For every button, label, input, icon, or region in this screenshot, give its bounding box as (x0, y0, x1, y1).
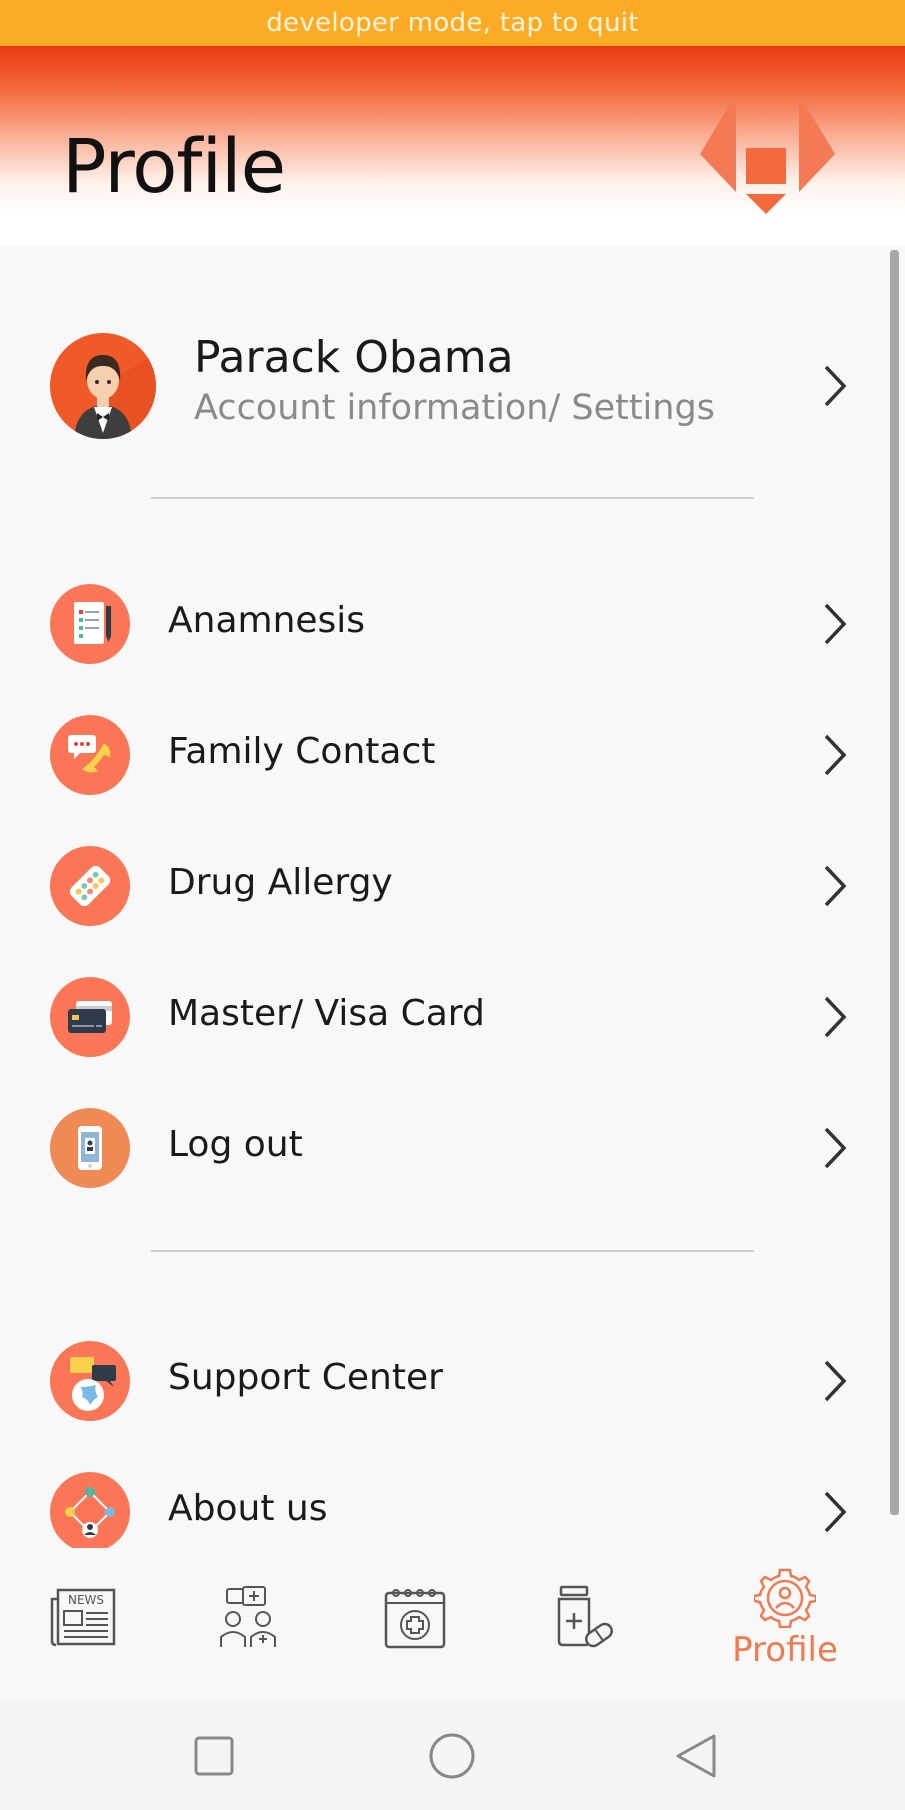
chevron-right-icon (824, 365, 847, 407)
chevron-right-icon (824, 1491, 847, 1533)
menu-item-label: Support Center (168, 1357, 443, 1398)
medical-record-icon (50, 584, 130, 664)
recent-apps-icon[interactable] (184, 1726, 244, 1786)
system-navigation-bar (0, 1700, 905, 1810)
chevron-right-icon (824, 1360, 847, 1402)
home-icon[interactable] (422, 1726, 482, 1786)
menu-item-logout[interactable]: Log out (0, 1098, 880, 1198)
nav-news[interactable]: NEWS (38, 1548, 128, 1688)
menu-item-support-center[interactable]: Support Center (0, 1331, 880, 1431)
menu-item-label: Drug Allergy (168, 862, 393, 903)
support-globe-icon (50, 1341, 130, 1421)
nav-profile[interactable]: Profile (720, 1548, 850, 1688)
profile-subtitle: Account information/ Settings (194, 388, 715, 428)
nav-profile-label: Profile (732, 1630, 838, 1670)
menu-item-drug-allergy[interactable]: Drug Allergy (0, 836, 880, 936)
menu-item-label: Family Contact (168, 731, 436, 772)
chevron-right-icon (824, 1127, 847, 1169)
menu-item-about-us[interactable]: About us (0, 1462, 880, 1562)
menu-item-label: Master/ Visa Card (168, 993, 485, 1034)
menu-item-label: About us (168, 1488, 328, 1529)
chevron-right-icon (824, 734, 847, 776)
chevron-right-icon (824, 603, 847, 645)
section-divider (151, 497, 754, 499)
menu-item-label: Anamnesis (168, 600, 366, 641)
app-logo-icon (700, 94, 835, 214)
scrollbar[interactable] (890, 250, 899, 1515)
chevron-right-icon (824, 996, 847, 1038)
phone-id-icon (50, 1108, 130, 1188)
calendar-medical-icon (384, 1589, 446, 1649)
menu-item-family-contact[interactable]: Family Contact (0, 705, 880, 805)
profile-screen: developer mode, tap to quit Profile Para… (0, 0, 905, 1810)
menu-item-anamnesis[interactable]: Anamnesis (0, 574, 880, 674)
nav-doctors[interactable] (203, 1548, 293, 1688)
chevron-right-icon (824, 865, 847, 907)
avatar (50, 333, 156, 439)
bottom-nav: NEWS Profile (0, 1548, 905, 1700)
news-badge-text: NEWS (68, 1593, 104, 1607)
credit-card-icon (50, 977, 130, 1057)
doctors-icon (220, 1586, 276, 1647)
developer-mode-banner[interactable]: developer mode, tap to quit (0, 0, 905, 46)
pill-pack-icon (50, 846, 130, 926)
nav-medicine[interactable] (535, 1548, 625, 1688)
medicine-icon (557, 1585, 613, 1648)
page-title: Profile (62, 124, 286, 210)
section-divider (151, 1250, 754, 1252)
account-settings-row[interactable]: Parack Obama Account information/ Settin… (0, 326, 880, 446)
network-icon (50, 1472, 130, 1552)
menu-item-card[interactable]: Master/ Visa Card (0, 967, 880, 1067)
menu-item-label: Log out (168, 1124, 303, 1165)
profile-gear-icon (754, 1568, 816, 1628)
phone-chat-icon (50, 715, 130, 795)
news-icon: NEWS (50, 1588, 116, 1647)
profile-name: Parack Obama (194, 332, 514, 383)
nav-appointments[interactable] (370, 1548, 460, 1688)
header: Profile (0, 46, 905, 246)
back-icon[interactable] (666, 1726, 726, 1786)
